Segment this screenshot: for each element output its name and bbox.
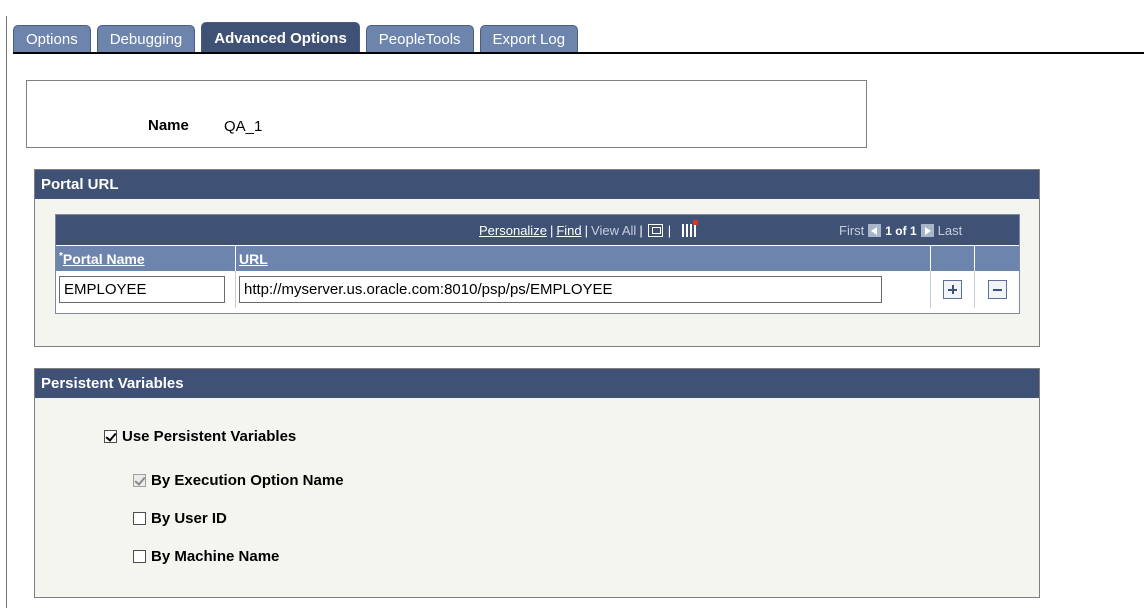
delete-row-button[interactable]: [987, 280, 1007, 299]
portal-name-sort-link[interactable]: Portal Name: [63, 251, 145, 267]
portal-name-input[interactable]: [59, 276, 225, 303]
find-link[interactable]: Find: [556, 223, 581, 238]
tab-debugging[interactable]: Debugging: [96, 25, 196, 53]
by-execution-option-name-checkbox: [133, 474, 146, 487]
name-value: QA_1: [224, 118, 263, 135]
portal-url-grid: Personalize | Find | View All | | First 1 of 1…: [55, 214, 1020, 314]
grid-navigation-bar: Personalize | Find | View All | | First 1 of 1…: [56, 215, 1019, 245]
tab-underline: [13, 52, 1144, 54]
page-left-border: [6, 16, 7, 608]
table-row: [56, 271, 1019, 308]
portal-url-header: Portal URL: [35, 170, 1039, 199]
portal-url-section: Portal URL Personalize | Find | View All | | F…: [34, 169, 1040, 347]
add-row-cell: [931, 271, 975, 308]
tab-bar: Options Debugging Advanced Options Peopl…: [13, 22, 584, 53]
url-cell: [236, 271, 931, 308]
use-persistent-variables-checkbox[interactable]: [104, 430, 117, 443]
by-user-id-row[interactable]: By User ID: [133, 510, 227, 527]
by-execution-option-name-row: By Execution Option Name: [133, 472, 344, 489]
add-row-button[interactable]: [943, 280, 962, 299]
download-grid-icon[interactable]: [682, 220, 699, 237]
last-link: Last: [937, 223, 963, 238]
tab-options[interactable]: Options: [13, 25, 91, 53]
by-user-id-checkbox[interactable]: [133, 512, 146, 525]
grid-footer: [56, 308, 1019, 313]
use-persistent-variables-row[interactable]: Use Persistent Variables: [104, 428, 296, 445]
grid-header-row: *Portal Name URL: [56, 245, 1019, 271]
by-execution-option-name-label: By Execution Option Name: [151, 472, 344, 489]
portal-name-cell: [56, 271, 236, 308]
by-machine-name-row[interactable]: By Machine Name: [133, 548, 279, 565]
by-machine-name-label: By Machine Name: [151, 548, 280, 565]
delete-row-cell: [975, 271, 1019, 308]
column-add: [931, 246, 975, 271]
first-link: First: [839, 223, 865, 238]
tab-peopletools[interactable]: PeopleTools: [365, 25, 474, 53]
persistent-variables-header: Persistent Variables: [35, 369, 1039, 398]
personalize-link[interactable]: Personalize: [479, 223, 547, 238]
tab-export-log[interactable]: Export Log: [479, 25, 579, 53]
use-persistent-variables-label: Use Persistent Variables: [122, 428, 297, 445]
name-box: [26, 80, 867, 148]
zoom-grid-icon[interactable]: [647, 224, 663, 237]
name-label: Name: [148, 117, 189, 134]
next-row-icon: [920, 224, 934, 237]
previous-row-icon: [868, 224, 882, 237]
grid-pager: First 1 of 1 Last: [839, 223, 962, 238]
tab-advanced-options[interactable]: Advanced Options: [201, 22, 360, 53]
view-all-link: View All: [591, 223, 637, 238]
column-url[interactable]: URL: [236, 246, 931, 271]
row-count: 1 of 1: [885, 223, 917, 238]
by-machine-name-checkbox[interactable]: [133, 550, 146, 563]
column-portal-name[interactable]: *Portal Name: [56, 246, 236, 271]
by-user-id-label: By User ID: [151, 510, 227, 527]
url-input[interactable]: [239, 276, 882, 303]
column-delete: [975, 246, 1019, 271]
url-sort-link[interactable]: URL: [239, 251, 268, 267]
